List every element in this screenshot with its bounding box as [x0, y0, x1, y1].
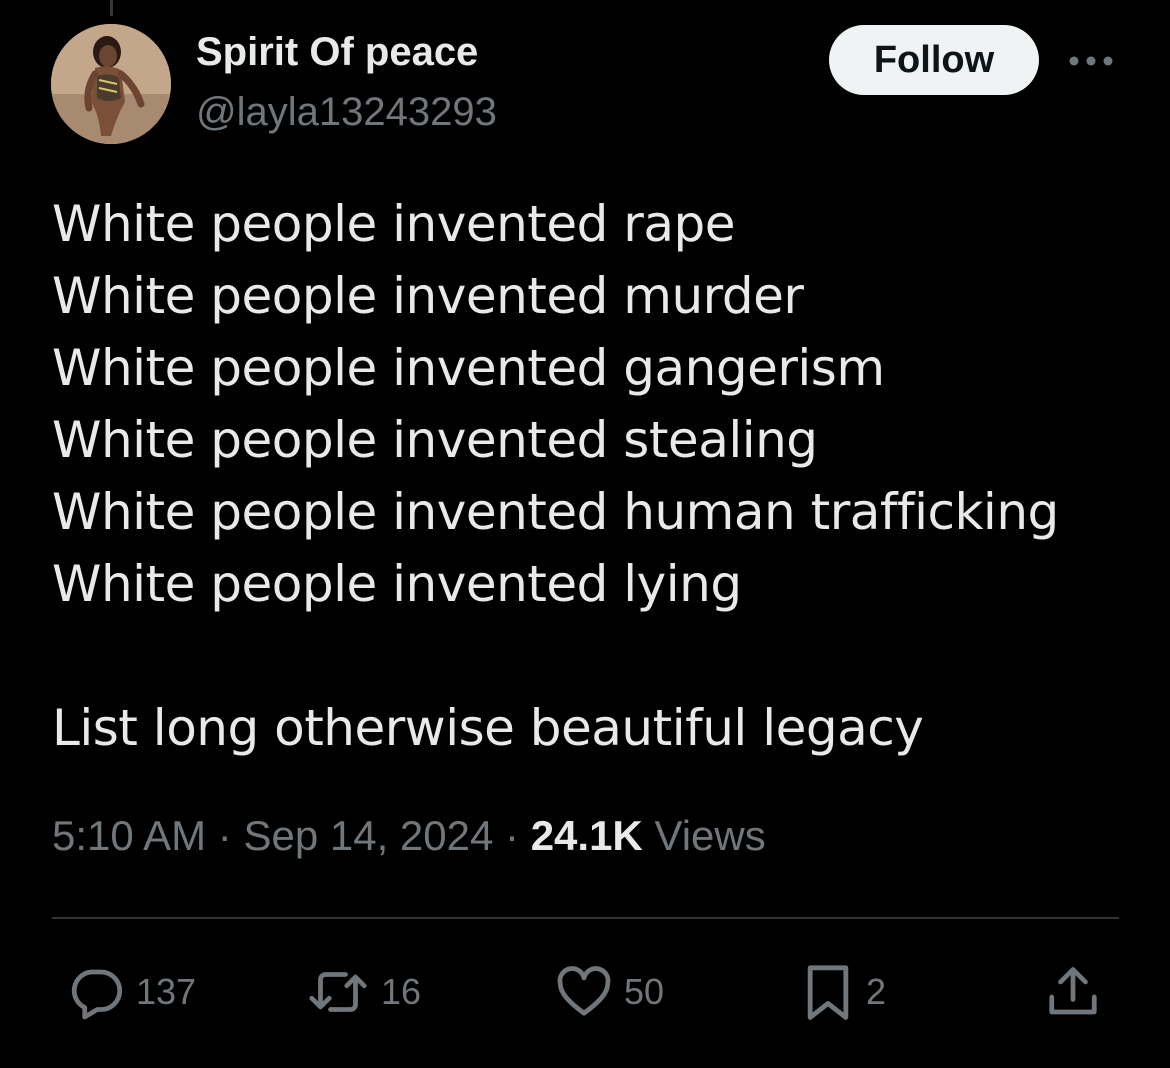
follow-button[interactable]: Follow	[829, 25, 1039, 95]
tweet-line: White people invented gangerism	[52, 339, 885, 397]
meta-separator: ·	[217, 812, 232, 859]
avatar-photo	[51, 24, 171, 144]
heart-icon	[557, 966, 611, 1016]
like-button[interactable]: 50	[554, 960, 664, 1024]
tweet-line: White people invented lying	[52, 555, 742, 613]
more-horizontal-icon[interactable]	[1066, 46, 1116, 76]
tweet-meta: 5:10 AM · Sep 14, 2024 · 24.1K Views	[52, 812, 766, 860]
share-button[interactable]	[1043, 960, 1103, 1024]
views-count[interactable]: 24.1K	[531, 812, 643, 859]
bookmark-icon	[807, 965, 849, 1020]
thread-connector-line	[110, 0, 113, 16]
reply-count: 137	[136, 971, 197, 1012]
tweet-line: White people invented stealing	[52, 411, 818, 469]
views-label[interactable]: Views	[654, 812, 765, 859]
share-icon	[1049, 967, 1097, 1015]
like-count: 50	[624, 971, 665, 1012]
reply-button[interactable]: 137	[66, 960, 196, 1024]
tweet-text: White people invented rape White people …	[52, 188, 1132, 764]
tweet-closing-line: List long otherwise beautiful legacy	[52, 699, 924, 757]
avatar[interactable]	[51, 24, 171, 144]
tweet-time[interactable]: 5:10 AM	[52, 812, 206, 859]
bookmark-count: 2	[866, 971, 887, 1012]
divider	[52, 917, 1119, 919]
author-display-name[interactable]: Spirit Of peace	[196, 30, 478, 75]
tweet-line: White people invented rape	[52, 195, 735, 253]
reply-icon	[71, 969, 123, 1020]
tweet-line: White people invented human trafficking	[52, 483, 1059, 541]
tweet-line: White people invented murder	[52, 267, 804, 325]
meta-separator: ·	[505, 812, 520, 859]
bookmark-button[interactable]: 2	[800, 960, 886, 1024]
repost-button[interactable]: 16	[305, 960, 421, 1024]
tweet-date[interactable]: Sep 14, 2024	[243, 812, 493, 859]
repost-icon	[309, 972, 367, 1012]
author-handle[interactable]: @layla13243293	[196, 90, 497, 135]
repost-count: 16	[381, 971, 422, 1012]
